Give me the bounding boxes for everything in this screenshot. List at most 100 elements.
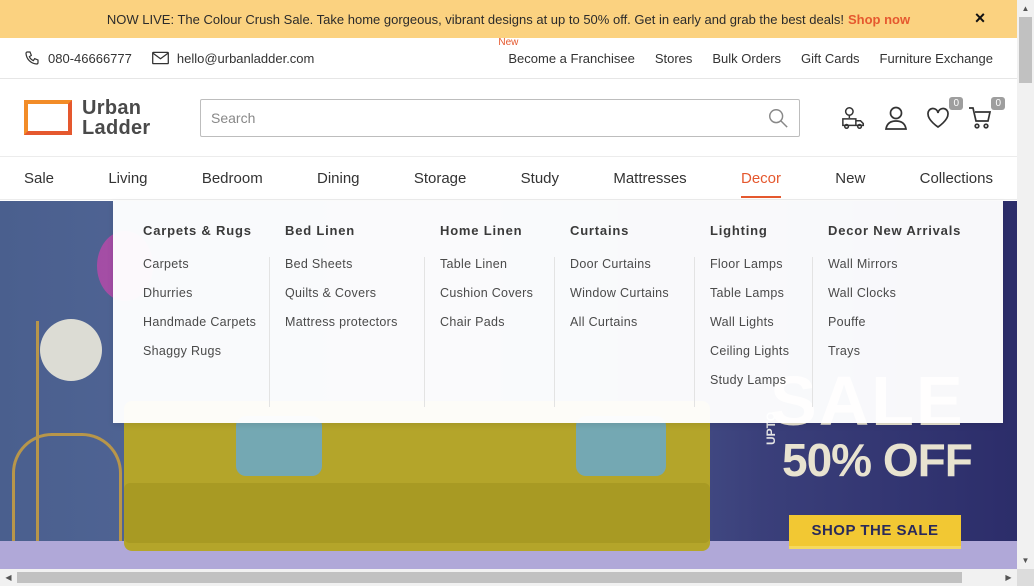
mega-column-decor-new-arrivals: Decor New Arrivals Wall Mirrors Wall Clo… [812,223,982,407]
main-nav: Sale Living Bedroom Dining Storage Study… [0,157,1017,200]
mega-item-study-lamps[interactable]: Study Lamps [710,373,812,402]
mega-column-title[interactable]: Carpets & Rugs [143,223,252,238]
franchisee-link[interactable]: New Become a Franchisee [498,37,635,66]
furniture-exchange-link[interactable]: Furniture Exchange [880,51,993,66]
announcement-shop-now-link[interactable]: Shop now [848,12,910,27]
mega-item-cushion-covers[interactable]: Cushion Covers [440,286,554,315]
stores-link[interactable]: Stores [655,51,693,66]
browser-viewport: NOW LIVE: The Colour Crush Sale. Take ho… [0,0,1017,569]
mega-item-bed-sheets[interactable]: Bed Sheets [285,257,424,286]
bulk-orders-link[interactable]: Bulk Orders [712,51,781,66]
cushion-left [236,416,322,476]
search-icon[interactable] [767,107,789,129]
heart-icon [927,107,949,128]
sofa-seat [124,483,710,543]
mega-item-door-curtains[interactable]: Door Curtains [570,257,694,286]
mega-item-floor-lamps[interactable]: Floor Lamps [710,257,812,286]
mega-column-home-linen: Home Linen Table Linen Cushion Covers Ch… [424,223,554,407]
mega-item-mattress-protectors[interactable]: Mattress protectors [285,315,424,344]
delivery-truck-icon [842,106,865,129]
horizontal-scroll-thumb[interactable] [17,572,962,583]
nav-bedroom[interactable]: Bedroom [202,159,263,198]
email-address: hello@urbanladder.com [176,50,315,66]
mail-icon [151,51,169,65]
track-order-button[interactable] [841,105,867,131]
urban-ladder-logo[interactable]: Urban Ladder [24,98,200,138]
decor-mega-menu: Carpets & Rugs Carpets Dhurries Handmade… [113,201,1003,423]
cart-button[interactable]: 0 [967,96,1005,131]
mega-item-pouffe[interactable]: Pouffe [828,315,982,344]
vertical-scroll-thumb[interactable] [1019,17,1032,83]
mega-item-wall-mirrors[interactable]: Wall Mirrors [828,257,982,286]
cart-icon [969,106,992,129]
mega-column-title[interactable]: Curtains [570,223,629,238]
mega-column-title[interactable]: Lighting [710,223,768,238]
phone-icon [25,51,39,65]
mega-item-all-curtains[interactable]: All Curtains [570,315,694,344]
wishlist-button[interactable]: 0 [925,96,963,131]
profile-button[interactable] [883,105,909,131]
mega-column-title[interactable]: Home Linen [440,223,522,238]
user-icon [885,106,907,130]
mega-item-carpets[interactable]: Carpets [143,257,269,286]
nav-new[interactable]: New [835,159,865,198]
scroll-up-arrow-icon[interactable]: ▲ [1017,0,1034,17]
search-input[interactable] [211,109,767,126]
scrollbar-corner [1017,569,1034,586]
mega-item-dhurries[interactable]: Dhurries [143,286,269,315]
franchisee-label: Become a Franchisee [508,50,635,66]
scroll-left-arrow-icon[interactable]: ◀ [0,569,17,586]
mega-item-table-linen[interactable]: Table Linen [440,257,554,286]
mega-item-wall-lights[interactable]: Wall Lights [710,315,812,344]
mega-column-carpets-rugs: Carpets & Rugs Carpets Dhurries Handmade… [113,223,269,407]
mega-item-chair-pads[interactable]: Chair Pads [440,315,554,344]
close-icon[interactable]: × [971,9,989,27]
hero-offer: 50% OFF [782,434,973,486]
mega-item-trays[interactable]: Trays [828,344,982,373]
header-actions: 0 0 [825,96,1005,131]
shop-the-sale-button[interactable]: SHOP THE SALE [789,515,961,549]
scroll-right-arrow-icon[interactable]: ▶ [1000,569,1017,586]
mega-item-handmade-carpets[interactable]: Handmade Carpets [143,315,269,344]
utility-bar: 080-46666777 hello@urbanladder.com New Be… [0,37,1017,79]
mega-item-table-lamps[interactable]: Table Lamps [710,286,812,315]
vertical-scrollbar[interactable]: ▲ ▼ [1017,0,1034,569]
nav-sale[interactable]: Sale [24,159,54,198]
logo-text: Urban Ladder [82,98,150,138]
email-contact[interactable]: hello@urbanladder.com [151,50,315,66]
mega-item-quilts-covers[interactable]: Quilts & Covers [285,286,424,315]
wishlist-count-badge: 0 [949,96,963,110]
scroll-down-arrow-icon[interactable]: ▼ [1017,552,1034,569]
mega-item-shaggy-rugs[interactable]: Shaggy Rugs [143,344,269,373]
mega-item-ceiling-lights[interactable]: Ceiling Lights [710,344,812,373]
mega-column-title[interactable]: Bed Linen [285,223,355,238]
announcement-bar: NOW LIVE: The Colour Crush Sale. Take ho… [0,0,1017,38]
nav-collections[interactable]: Collections [920,159,993,198]
nav-storage[interactable]: Storage [414,159,467,198]
logo-line1: Urban [82,96,142,119]
mega-column-title[interactable]: Decor New Arrivals [828,223,961,238]
nav-dining[interactable]: Dining [317,159,360,198]
phone-contact[interactable]: 080-46666777 [24,50,132,66]
cushion-right [576,416,666,476]
mega-item-wall-clocks[interactable]: Wall Clocks [828,286,982,315]
logo-mark [24,100,72,135]
mega-item-window-curtains[interactable]: Window Curtains [570,286,694,315]
horizontal-scrollbar[interactable]: ◀ ▶ [0,569,1017,586]
logo-line2: Ladder [82,116,151,139]
mega-column-bed-linen: Bed Linen Bed Sheets Quilts & Covers Mat… [269,223,424,407]
gift-cards-link[interactable]: Gift Cards [801,51,860,66]
phone-number: 080-46666777 [48,50,132,66]
cart-count-badge: 0 [991,96,1005,110]
nav-living[interactable]: Living [108,159,147,198]
announcement-text: NOW LIVE: The Colour Crush Sale. Take ho… [106,11,844,27]
nav-mattresses[interactable]: Mattresses [613,159,686,198]
site-header: Urban Ladder 0 0 [0,79,1017,157]
mega-column-lighting: Lighting Floor Lamps Table Lamps Wall Li… [694,223,812,407]
lamp-globe [40,319,102,381]
utility-links: New Become a Franchisee Stores Bulk Order… [488,37,993,66]
mega-column-curtains: Curtains Door Curtains Window Curtains A… [554,223,694,407]
nav-study[interactable]: Study [521,159,559,198]
search-box [200,98,800,137]
nav-decor[interactable]: Decor [740,159,782,198]
